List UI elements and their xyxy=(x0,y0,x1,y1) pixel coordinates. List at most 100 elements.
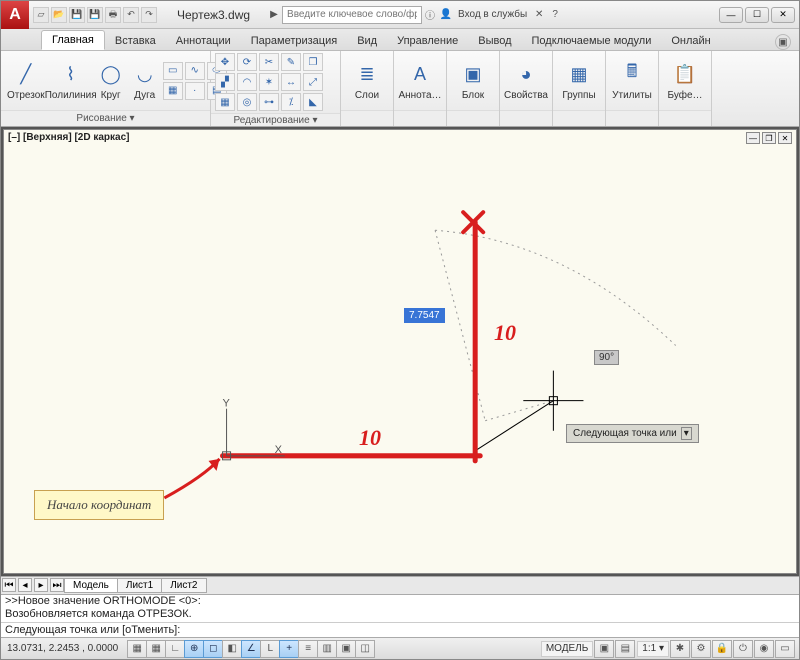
clipboard-button[interactable]: 📋Буфе… xyxy=(663,58,707,103)
layout-tab-model[interactable]: Модель xyxy=(64,578,118,593)
copy-icon[interactable]: ❐ xyxy=(303,53,323,71)
model-space-toggle[interactable]: МОДЕЛЬ xyxy=(541,641,593,657)
tab-insert[interactable]: Вставка xyxy=(105,32,166,50)
chamfer-icon[interactable]: ◣ xyxy=(303,93,323,111)
arc-button[interactable]: ◡Дуга xyxy=(129,58,161,103)
snap-toggle[interactable]: ▦ xyxy=(127,640,147,658)
dynamic-length-input[interactable]: 7.7547 xyxy=(404,308,445,323)
exchange-icon[interactable]: ✕ xyxy=(531,7,547,23)
tab-output[interactable]: Вывод xyxy=(468,32,521,50)
array-icon[interactable]: ▦ xyxy=(215,93,235,111)
layers-button[interactable]: ≣Слои xyxy=(345,58,389,103)
layout-nav-last-icon[interactable]: ⏭ xyxy=(50,578,64,592)
otrack-toggle[interactable]: ∠ xyxy=(241,640,261,658)
osnap-toggle[interactable]: ◻ xyxy=(203,640,223,658)
break-icon[interactable]: ⁒ xyxy=(281,93,301,111)
block-button[interactable]: ▣Блок xyxy=(451,58,495,103)
status-bar: 13.0731, 2.2453 , 0.0000 ▦ ▦ ∟ ⊕ ◻ ◧ ∠ L… xyxy=(1,637,799,659)
tab-online[interactable]: Онлайн xyxy=(661,32,720,50)
line-button[interactable]: ╱Отрезок xyxy=(5,58,47,103)
lwt-toggle[interactable]: ≡ xyxy=(298,640,318,658)
polyline-button[interactable]: ⌇Полилиния xyxy=(49,58,93,103)
app-menu-icon[interactable]: A xyxy=(1,1,29,29)
search-play-icon[interactable]: ▶ xyxy=(266,7,282,23)
ribbon-expand-icon[interactable]: ▣ xyxy=(775,34,791,50)
polar-toggle[interactable]: ⊕ xyxy=(184,640,204,658)
signin-link[interactable]: Вход в службы xyxy=(454,9,531,20)
viewport[interactable]: [–] [Верхняя] [2D каркас] — ❐ ✕ xyxy=(3,129,797,574)
tab-manage[interactable]: Управление xyxy=(387,32,468,50)
quickview-drawings-icon[interactable]: ▤ xyxy=(615,640,635,658)
qat-save-icon[interactable]: 💾 xyxy=(69,7,85,23)
explode-icon[interactable]: ✶ xyxy=(259,73,279,91)
quick-access-toolbar: ▱ 📂 💾 💾 🖶 ↶ ↷ xyxy=(29,7,161,23)
qat-redo-icon[interactable]: ↷ xyxy=(141,7,157,23)
quickview-layouts-icon[interactable]: ▣ xyxy=(594,640,614,658)
text-button[interactable]: AАннота… xyxy=(398,58,442,103)
qp-toggle[interactable]: ▣ xyxy=(336,640,356,658)
sc-toggle[interactable]: ◫ xyxy=(355,640,375,658)
search-input[interactable] xyxy=(282,6,422,24)
clean-screen-icon[interactable]: ▭ xyxy=(775,640,795,658)
utils-button[interactable]: 🖩Утилиты xyxy=(610,58,654,103)
anno-visibility-icon[interactable]: ✱ xyxy=(670,640,690,658)
groups-button[interactable]: ▦Группы xyxy=(557,58,601,103)
stretch-icon[interactable]: ↔ xyxy=(281,73,301,91)
isolate-objects-icon[interactable]: ◉ xyxy=(754,640,774,658)
ducs-toggle[interactable]: L xyxy=(260,640,280,658)
coordinates-readout[interactable]: 13.0731, 2.2453 , 0.0000 xyxy=(1,643,124,654)
rect-icon[interactable]: ▭ xyxy=(163,62,183,80)
tab-view[interactable]: Вид xyxy=(347,32,387,50)
point-icon[interactable]: · xyxy=(185,82,205,100)
mirror-icon[interactable]: ▞ xyxy=(215,73,235,91)
layout-nav-prev-icon[interactable]: ◂ xyxy=(18,578,32,592)
scale-icon[interactable]: ⤢ xyxy=(303,73,323,91)
qat-open-icon[interactable]: 📂 xyxy=(51,7,67,23)
panel-draw-title[interactable]: Рисование ▾ xyxy=(1,110,210,126)
tpy-toggle[interactable]: ▥ xyxy=(317,640,337,658)
3dosnap-toggle[interactable]: ◧ xyxy=(222,640,242,658)
panel-edit-title[interactable]: Редактирование ▾ xyxy=(211,113,340,126)
offset-icon[interactable]: ◎ xyxy=(237,93,257,111)
tooltip-dropdown-icon[interactable]: ▾ xyxy=(681,427,692,440)
maximize-button[interactable]: ☐ xyxy=(745,7,769,23)
layout-tab-1[interactable]: Лист1 xyxy=(117,578,162,593)
rotate-icon[interactable]: ⟳ xyxy=(237,53,257,71)
move-icon[interactable]: ✥ xyxy=(215,53,235,71)
help-icon[interactable]: ? xyxy=(547,7,563,23)
ortho-toggle[interactable]: ∟ xyxy=(165,640,185,658)
layout-nav-first-icon[interactable]: ⏮ xyxy=(2,578,16,592)
tab-parametric[interactable]: Параметризация xyxy=(241,32,347,50)
hardware-accel-icon[interactable]: ⏻ xyxy=(733,640,753,658)
spline-icon[interactable]: ∿ xyxy=(185,62,205,80)
anno-scale[interactable]: 1:1 ▾ xyxy=(637,641,669,657)
tab-plugins[interactable]: Подключаемые модули xyxy=(522,32,662,50)
infocenter-icon[interactable]: ⓘ xyxy=(422,7,438,23)
workspace-switch-icon[interactable]: ⚙ xyxy=(691,640,711,658)
qat-print-icon[interactable]: 🖶 xyxy=(105,7,121,23)
qat-new-icon[interactable]: ▱ xyxy=(33,7,49,23)
tab-annotate[interactable]: Аннотации xyxy=(166,32,241,50)
layout-tab-2[interactable]: Лист2 xyxy=(161,578,206,593)
qat-saveas-icon[interactable]: 💾 xyxy=(87,7,103,23)
tab-home[interactable]: Главная xyxy=(41,30,105,50)
grid-toggle[interactable]: ▦ xyxy=(146,640,166,658)
command-window[interactable]: >>Новое значение ORTHOMODE <0>: Возобнов… xyxy=(1,594,799,638)
minimize-button[interactable]: — xyxy=(719,7,743,23)
circle-button[interactable]: ◯Круг xyxy=(95,58,127,103)
erase-icon[interactable]: ✎ xyxy=(281,53,301,71)
command-prompt[interactable]: Следующая точка или [оТменить]: xyxy=(1,623,799,637)
toolbar-lock-icon[interactable]: 🔒 xyxy=(712,640,732,658)
join-icon[interactable]: ⊶ xyxy=(259,93,279,111)
layout-nav-next-icon[interactable]: ▸ xyxy=(34,578,48,592)
hatch-icon[interactable]: ▦ xyxy=(163,82,183,100)
props-button[interactable]: ◕Свойства xyxy=(504,58,548,103)
fillet-icon[interactable]: ◠ xyxy=(237,73,257,91)
user-icon[interactable]: 👤 xyxy=(438,7,454,23)
drawing-area[interactable]: [–] [Верхняя] [2D каркас] — ❐ ✕ xyxy=(1,127,799,576)
dyn-toggle[interactable]: + xyxy=(279,640,299,658)
panel-annotate: AАннота… xyxy=(394,51,447,126)
close-button[interactable]: ✕ xyxy=(771,7,795,23)
trim-icon[interactable]: ✂ xyxy=(259,53,279,71)
qat-undo-icon[interactable]: ↶ xyxy=(123,7,139,23)
